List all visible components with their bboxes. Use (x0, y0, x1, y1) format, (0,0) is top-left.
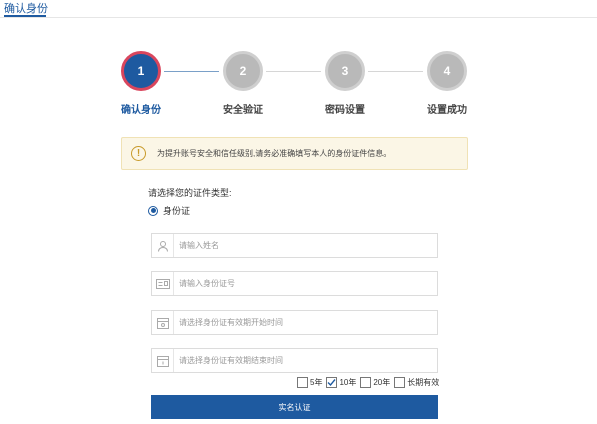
id-type-prompt: 请选择您的证件类型: (148, 188, 232, 198)
id-number-input[interactable] (174, 272, 437, 295)
step-4-label: 设置成功 (427, 105, 467, 116)
step-4-number: 4 (443, 64, 451, 78)
step-2-circle: 2 (223, 51, 263, 91)
step-connector-1 (164, 71, 219, 72)
step-2-label: 安全验证 (223, 105, 263, 116)
submit-verification-button[interactable]: 实名认证 (151, 395, 438, 419)
validity-label: 20年 (373, 378, 391, 387)
checkbox-icon[interactable] (360, 377, 372, 388)
validity-option-permanent[interactable]: 长期有效 (394, 377, 439, 388)
validity-label: 长期有效 (407, 378, 440, 387)
step-4-circle: 4 (427, 51, 467, 91)
step-3-label: 密码设置 (325, 105, 365, 116)
calendar-icon (152, 349, 174, 372)
notice-text: 为提升账号安全和信任级别,请务必准确填写本人的身份证件信息。 (157, 149, 392, 158)
radio-dot (150, 208, 156, 213)
step-2-number: 2 (239, 64, 247, 78)
start-date-input[interactable] (174, 311, 437, 334)
top-divider (0, 17, 597, 18)
id-type-radio-idcard[interactable]: 身份证 (148, 204, 190, 217)
step-3-circle: 3 (325, 51, 365, 91)
id-type-label: 身份证 (163, 206, 191, 216)
id-card-icon (152, 272, 174, 295)
user-icon (152, 234, 174, 257)
end-date-field[interactable] (151, 348, 438, 373)
warning-icon: ! (131, 146, 146, 161)
security-notice: ! 为提升账号安全和信任级别,请务必准确填写本人的身份证件信息。 (121, 137, 468, 170)
id-number-field[interactable] (151, 271, 438, 296)
checkbox-checked-icon[interactable] (326, 377, 338, 388)
step-1-label: 确认身份 (121, 105, 161, 116)
step-3-number: 3 (341, 64, 349, 78)
name-field[interactable] (151, 233, 438, 258)
step-connector-2 (266, 71, 321, 72)
validity-options: 5年 10年 20年 长期有效 (297, 377, 443, 388)
validity-option-20y[interactable]: 20年 (360, 377, 390, 388)
validity-option-10y[interactable]: 10年 (326, 377, 356, 388)
radio-selected-icon[interactable] (148, 205, 158, 216)
validity-option-5y[interactable]: 5年 (297, 377, 322, 388)
calendar-icon (152, 311, 174, 334)
name-input[interactable] (174, 234, 437, 257)
checkbox-icon[interactable] (297, 377, 308, 388)
end-date-input[interactable] (174, 349, 437, 372)
start-date-field[interactable] (151, 310, 438, 335)
checkbox-icon[interactable] (394, 377, 406, 388)
step-1-circle: 1 (121, 51, 161, 91)
step-1-number: 1 (137, 64, 145, 78)
validity-label: 10年 (339, 378, 357, 387)
step-connector-3 (368, 71, 423, 72)
validity-label: 5年 (310, 378, 323, 387)
